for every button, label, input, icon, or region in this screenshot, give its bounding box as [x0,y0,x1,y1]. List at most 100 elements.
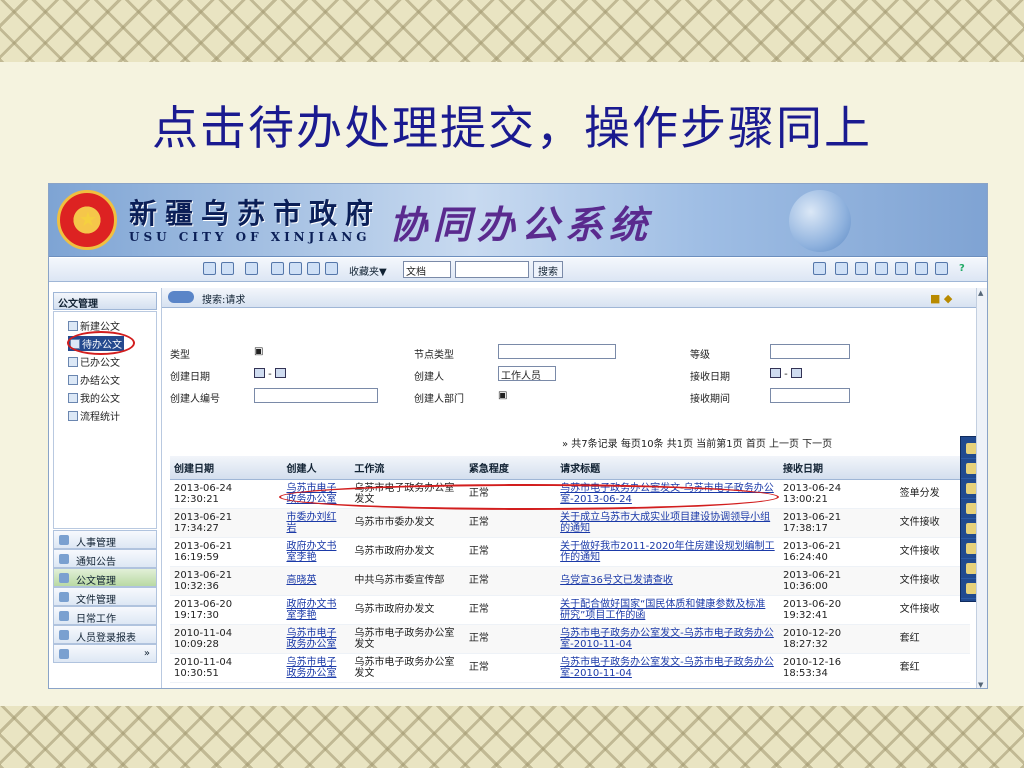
cell-creator[interactable]: 乌苏市电子政务办公室 [286,628,336,650]
doc-select[interactable]: 文档 [403,261,451,278]
dept-picker-icon[interactable]: ▣ [498,390,507,401]
creator-select[interactable]: 工作人员 [498,366,556,382]
nav-files[interactable]: 文件管理 [53,587,157,606]
pager[interactable]: » 共7条记录 每页10条 共1页 当前第1页 首页 上一页 下一页 [562,435,832,450]
nav-login-report[interactable]: 人员登录报表 [53,625,157,644]
column-header[interactable]: 接收日期 [778,456,896,480]
cell-creator[interactable]: 高晓英 [286,575,316,586]
level-select[interactable] [770,344,850,359]
cell-creator[interactable]: 政府办文书室李艳 [286,541,336,563]
copy-icon[interactable] [895,262,908,275]
table-cell[interactable]: 乌苏市电子政务办公室发文-乌苏市电子政务办公室-2010-11-04 [556,624,779,654]
column-header[interactable]: 创建日期 [170,456,283,480]
table-cell[interactable]: 关于做好我市2011-2020年住房建设规划编制工作的通知 [556,537,779,567]
table-cell: 2013-06-21 17:34:27 [170,508,283,538]
cell-title[interactable]: 关于成立乌苏市大成实业项目建设协调领导小组的通知 [560,512,770,534]
sidebar-item-stats[interactable]: 流程统计 [68,408,120,423]
nav-notice[interactable]: 通知公告 [53,549,157,568]
table-row[interactable]: 2013-06-21 10:32:36 高晓英 中共乌苏市委宣传部 正常 乌党宣36号文已… [170,566,970,596]
cell-title[interactable]: 乌党宣36号文已发请查收 [560,575,673,586]
edit-icon[interactable] [855,262,868,275]
sidebar-item-done[interactable]: 已办公文 [68,354,120,369]
recv-date-range[interactable]: - [770,368,802,380]
banner-system-name: 协同办公系统 [389,202,654,247]
label-creator-dept: 创建人部门 [414,394,464,405]
table-cell[interactable]: 关于成立乌苏市大成实业项目建设协调领导小组的通知 [556,508,779,538]
scrollbar[interactable] [976,288,987,688]
table-cell[interactable]: 市委办刘红岩 [282,508,351,538]
refresh-icon[interactable] [289,262,302,275]
column-header[interactable]: 创建人 [282,456,351,480]
stop-icon[interactable] [307,262,320,275]
settings-icon[interactable] [915,262,928,275]
type-picker-icon[interactable]: ▣ [254,346,263,357]
nav-more-button[interactable]: » [53,644,157,663]
column-header[interactable]: 工作流 [350,456,465,480]
table-row[interactable]: 2013-06-20 19:17:30 政府办文书室李艳 乌苏市政府办发文 正常 关于配合… [170,595,970,625]
cell-creator[interactable]: 乌苏市电子政务办公室 [286,657,336,679]
toolbar-search-input[interactable] [455,261,529,278]
cell-time: 10:09:28 [174,638,219,650]
table-cell: 正常 [464,653,557,683]
national-emblem-icon: ★ [57,190,117,250]
table-row[interactable]: 2010-11-04 10:09:28 乌苏市电子政务办公室 乌苏市电子政务办公室发文… [170,624,970,654]
creator-no-input[interactable] [254,388,378,403]
cell-title[interactable]: 关于做好我市2011-2020年住房建设规划编制工作的通知 [560,541,775,563]
home-icon[interactable] [245,262,258,275]
table-cell: 乌苏市市委办发文 [350,508,465,538]
table-row[interactable]: 2010-11-04 10:30:51 乌苏市电子政务办公室 乌苏市电子政务办公室发文… [170,653,970,683]
table-cell[interactable]: 乌党宣36号文已发请查收 [556,566,779,596]
sidebar-item-mine[interactable]: 我的公文 [68,390,120,405]
label-level: 等级 [690,350,710,361]
nav-personnel[interactable]: 人事管理 [53,530,157,549]
recv-period-select[interactable] [770,388,850,403]
tools-icon[interactable] [875,262,888,275]
mail-icon[interactable] [835,262,848,275]
banner-subtitle: USU CITY OF XINJIANG [129,230,371,244]
toolbar-search-button[interactable]: 搜索 [533,261,563,278]
table-cell: 2010-12-20 18:27:32 [778,624,896,654]
sidebar-item-finished[interactable]: 办结公文 [68,372,120,387]
home-icon[interactable] [813,262,826,275]
table-cell: 文件接收 [895,537,970,567]
cell-date: 2013-06-20 [174,598,233,610]
table-cell: 2013-06-21 16:24:40 [778,537,896,567]
table-cell[interactable]: 高晓英 [282,566,351,596]
window-icon[interactable] [221,262,234,275]
table-cell: 乌苏市政府办发文 [350,595,465,625]
nav-documents[interactable]: 公文管理 [53,568,157,587]
table-cell: 正常 [464,566,557,596]
cell-rdate: 2013-06-21 [782,511,842,523]
download-icon[interactable] [935,262,948,275]
cell-rtime: 18:53:34 [782,667,828,679]
help-icon[interactable]: ? [959,263,965,274]
table-cell[interactable]: 乌苏市电子政务办公室 [282,624,351,654]
folder-icon[interactable]: ■ ◆ [930,292,960,305]
cell-creator[interactable]: 市委办刘红岩 [286,512,336,534]
table-row[interactable]: 2013-06-21 17:34:27 市委办刘红岩 乌苏市市委办发文 正常 关于成立乌苏… [170,508,970,538]
table-cell: 2010-12-16 18:53:34 [778,653,896,683]
table-cell: 套红 [895,653,970,683]
column-header[interactable] [895,456,970,480]
cell-title[interactable]: 乌苏市电子政务办公室发文-乌苏市电子政务办公室-2010-11-04 [560,657,774,679]
nav-daily[interactable]: 日常工作 [53,606,157,625]
print-icon[interactable] [325,262,338,275]
node-type-select[interactable] [498,344,616,359]
column-header[interactable]: 紧急程度 [464,456,557,480]
table-cell[interactable]: 政府办文书室李艳 [282,537,351,567]
window-icon[interactable] [203,262,216,275]
cell-title[interactable]: 乌苏市电子政务办公室发文-乌苏市电子政务办公室-2010-11-04 [560,628,774,650]
cell-rtime: 10:36:00 [782,580,828,592]
cell-creator[interactable]: 政府办文书室李艳 [286,599,336,621]
table-row[interactable]: 2013-06-21 16:19:59 政府办文书室李艳 乌苏市政府办发文 正常 关于做好… [170,537,970,567]
created-date-range[interactable]: - [254,368,286,380]
back-icon[interactable] [271,262,284,275]
table-cell[interactable]: 乌苏市电子政务办公室 [282,653,351,683]
table-cell[interactable]: 关于配合做好国家“国民体质和健康参数及标准研究”项目工作的函 [556,595,779,625]
cell-title[interactable]: 关于配合做好国家“国民体质和健康参数及标准研究”项目工作的函 [560,599,765,621]
table-cell[interactable]: 乌苏市电子政务办公室发文-乌苏市电子政务办公室-2010-11-04 [556,653,779,683]
table-cell[interactable]: 政府办文书室李艳 [282,595,351,625]
column-header[interactable]: 请求标题 [556,456,779,480]
cell-rtime: 13:00:21 [782,493,828,505]
favorites-menu[interactable]: 收藏夹▼ [349,263,387,278]
